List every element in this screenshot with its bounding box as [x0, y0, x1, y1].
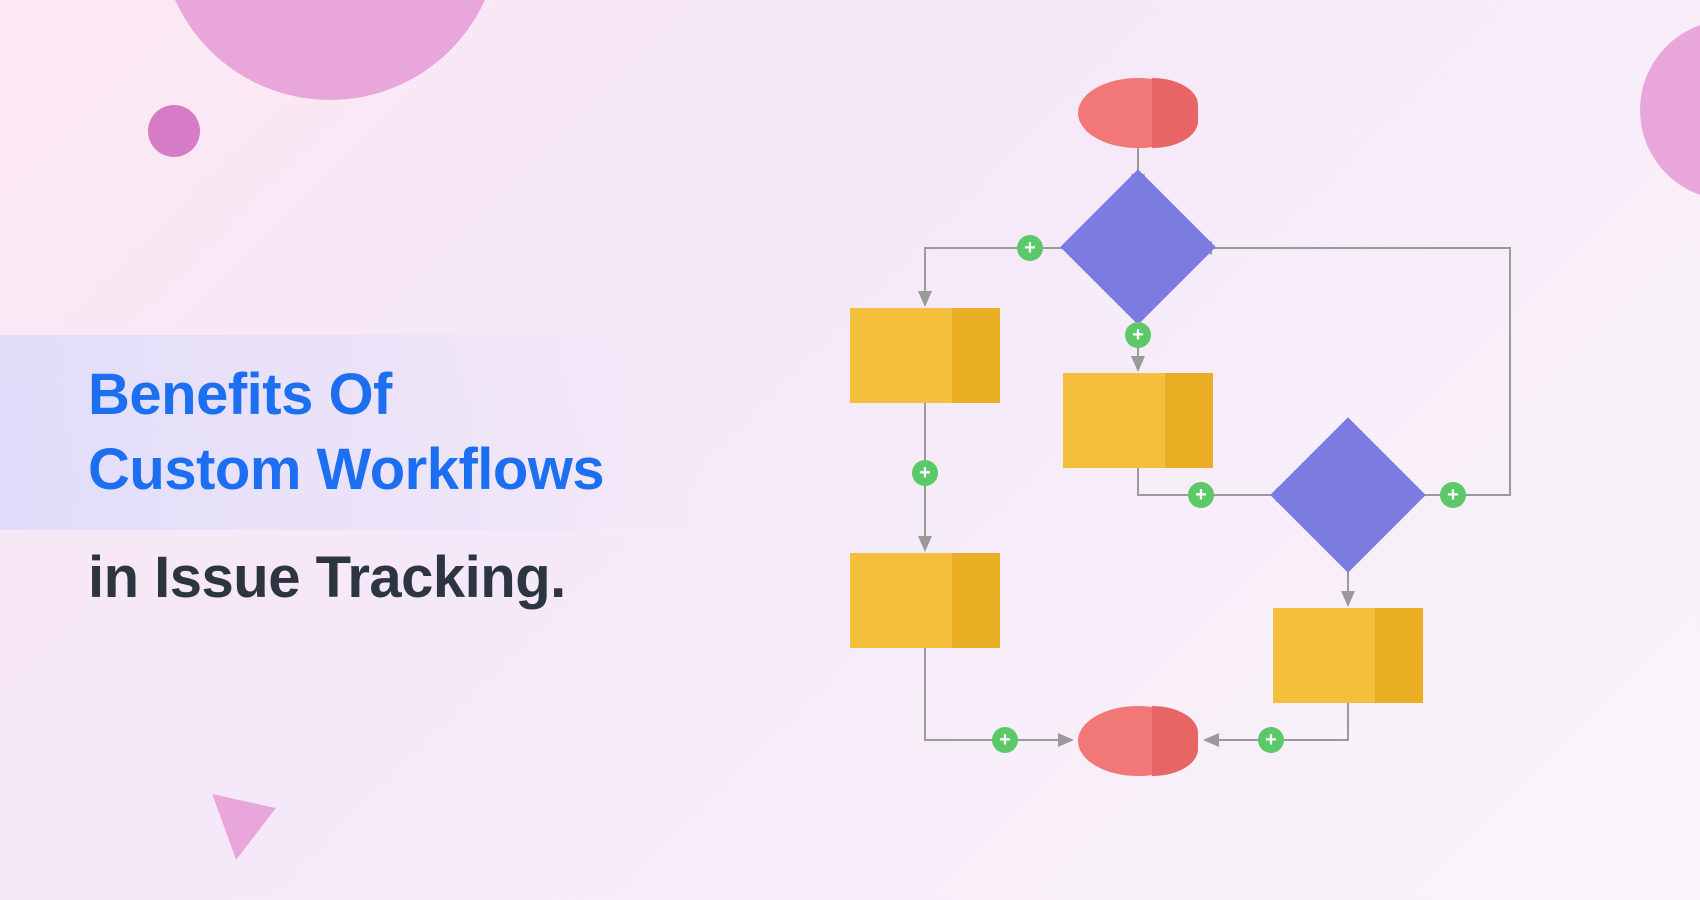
decorative-circle-right	[1640, 20, 1700, 200]
plus-icon: +	[912, 460, 938, 486]
plus-icon: +	[1258, 727, 1284, 753]
flowchart-decision-1	[1083, 192, 1193, 302]
plus-icon: +	[1188, 482, 1214, 508]
plus-icon: +	[1125, 322, 1151, 348]
title-line-2: Custom Workflows	[88, 432, 604, 507]
flowchart-process-mid	[1063, 373, 1213, 468]
title-line-1: Benefits Of	[88, 357, 604, 432]
title-line-3: in Issue Tracking.	[88, 544, 740, 611]
plus-icon: +	[1440, 482, 1466, 508]
flowchart-process-left-2	[850, 553, 1000, 648]
plus-icon: +	[992, 727, 1018, 753]
flowchart-process-right	[1273, 608, 1423, 703]
page-title: Benefits Of Custom Workflows in Issue Tr…	[0, 305, 740, 641]
flowchart-terminator-start	[1078, 78, 1198, 148]
flowchart-terminator-end	[1078, 706, 1198, 776]
flowchart-decision-2	[1293, 440, 1403, 550]
workflow-diagram: + + + + + + +	[820, 60, 1580, 840]
decorative-circle-top	[160, 0, 500, 100]
decorative-triangle	[212, 775, 288, 860]
plus-icon: +	[1017, 235, 1043, 261]
flowchart-process-left-1	[850, 308, 1000, 403]
decorative-dot	[148, 105, 200, 157]
